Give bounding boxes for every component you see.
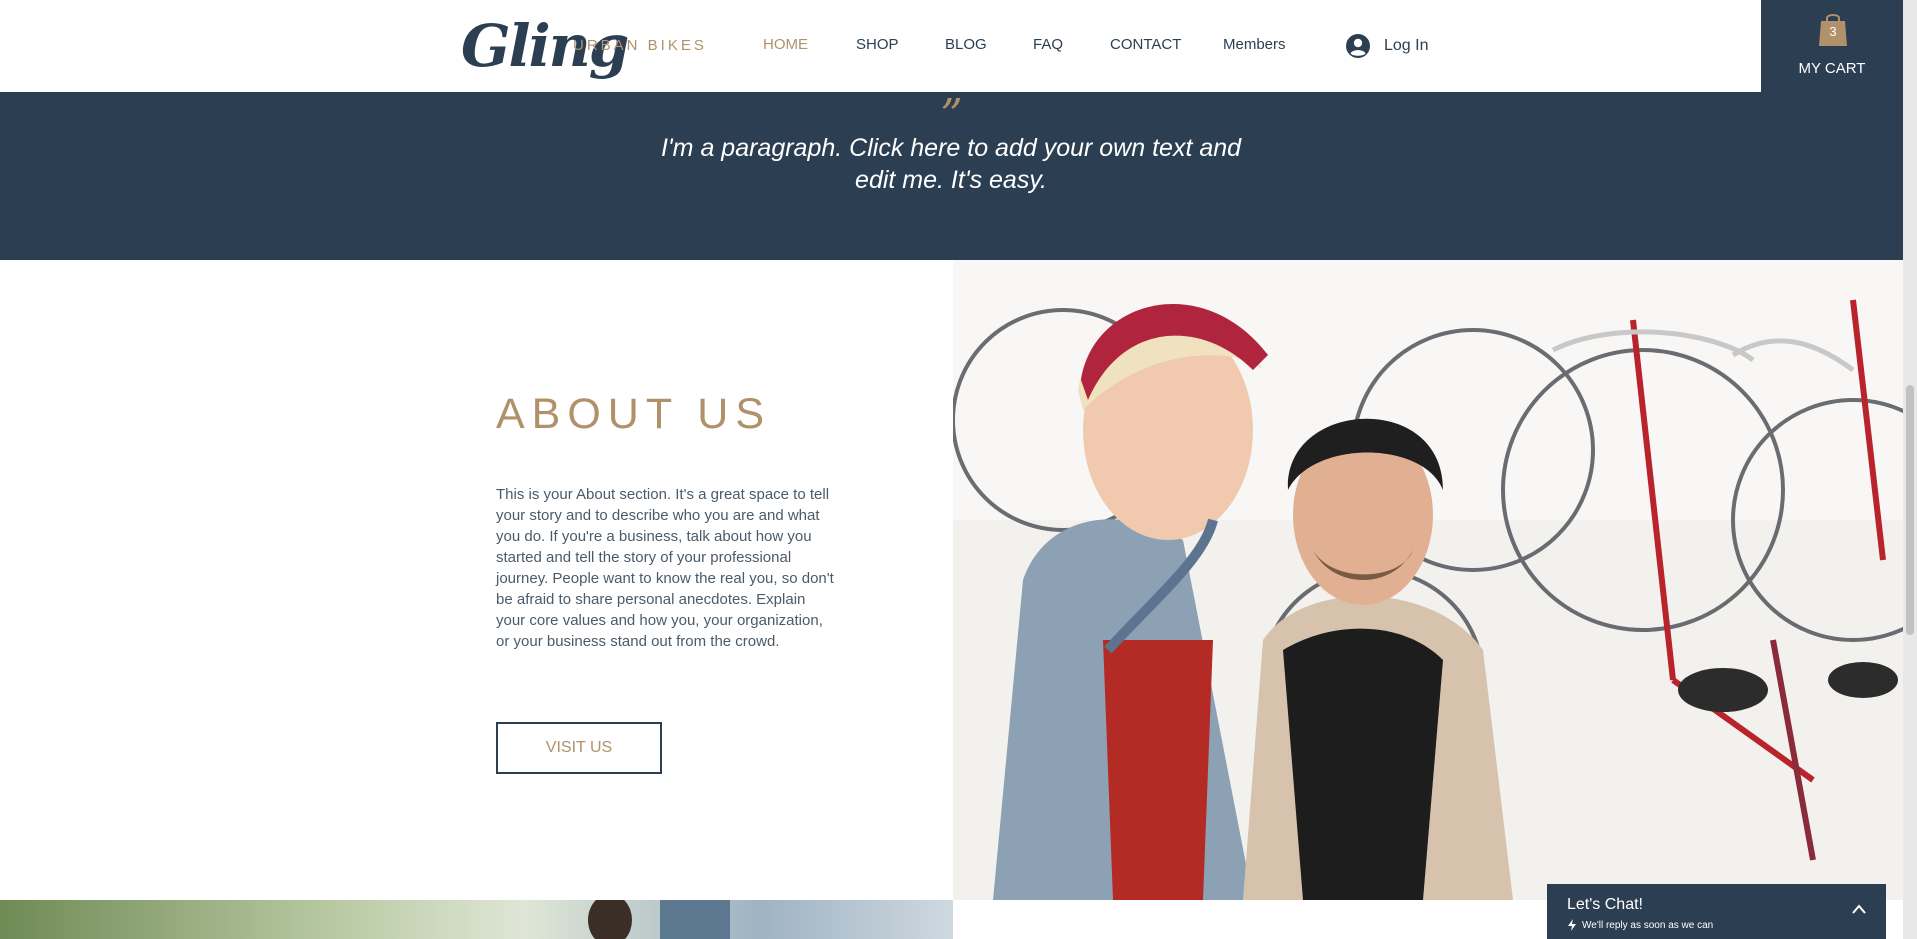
next-section-photo: [0, 900, 953, 939]
about-photo: [953, 260, 1903, 900]
cart-count: 3: [1829, 24, 1837, 39]
quote-mark: ”: [940, 90, 963, 141]
chat-subtitle-row: We'll reply as soon as we can: [1567, 919, 1713, 931]
nav-item-contact[interactable]: CONTACT: [1110, 36, 1181, 53]
scrollbar-thumb[interactable]: [1906, 385, 1914, 635]
nav-item-shop[interactable]: SHOP: [856, 36, 899, 53]
quote-text[interactable]: I'm a paragraph. Click here to add your …: [651, 132, 1251, 196]
cart-label: MY CART: [1798, 60, 1866, 77]
cart-button[interactable]: 3 MY CART: [1761, 0, 1903, 92]
couple-with-bikes-image: [953, 260, 1903, 900]
visit-us-button[interactable]: VISIT US: [496, 722, 662, 774]
chat-title: Let's Chat!: [1567, 896, 1643, 913]
user-avatar-icon: [1346, 34, 1370, 58]
chat-widget[interactable]: Let's Chat! We'll reply as soon as we ca…: [1547, 884, 1886, 939]
lightning-icon: [1568, 919, 1576, 931]
site-header: Gling URBAN BIKES HOME SHOP BLOG FAQ CON…: [0, 0, 1761, 92]
nav-item-home[interactable]: HOME: [763, 36, 808, 53]
about-body: This is your About section. It's a great…: [496, 486, 834, 650]
about-title: ABOUT US: [496, 390, 772, 438]
quote-section: ” I'm a paragraph. Click here to add you…: [0, 92, 1903, 260]
nav-item-blog[interactable]: BLOG: [945, 36, 987, 53]
chat-subtitle: We'll reply as soon as we can: [1582, 919, 1714, 931]
cyclist-image: [0, 900, 953, 939]
main-nav: HOME SHOP BLOG FAQ CONTACT Members: [0, 36, 1761, 56]
login-label: Log In: [1384, 37, 1429, 54]
nav-item-members[interactable]: Members: [1223, 36, 1286, 53]
login-button[interactable]: Log In: [1346, 31, 1428, 61]
page-scrollbar[interactable]: [1903, 0, 1917, 939]
nav-item-faq[interactable]: FAQ: [1033, 36, 1063, 53]
chevron-up-icon[interactable]: [1851, 903, 1867, 915]
